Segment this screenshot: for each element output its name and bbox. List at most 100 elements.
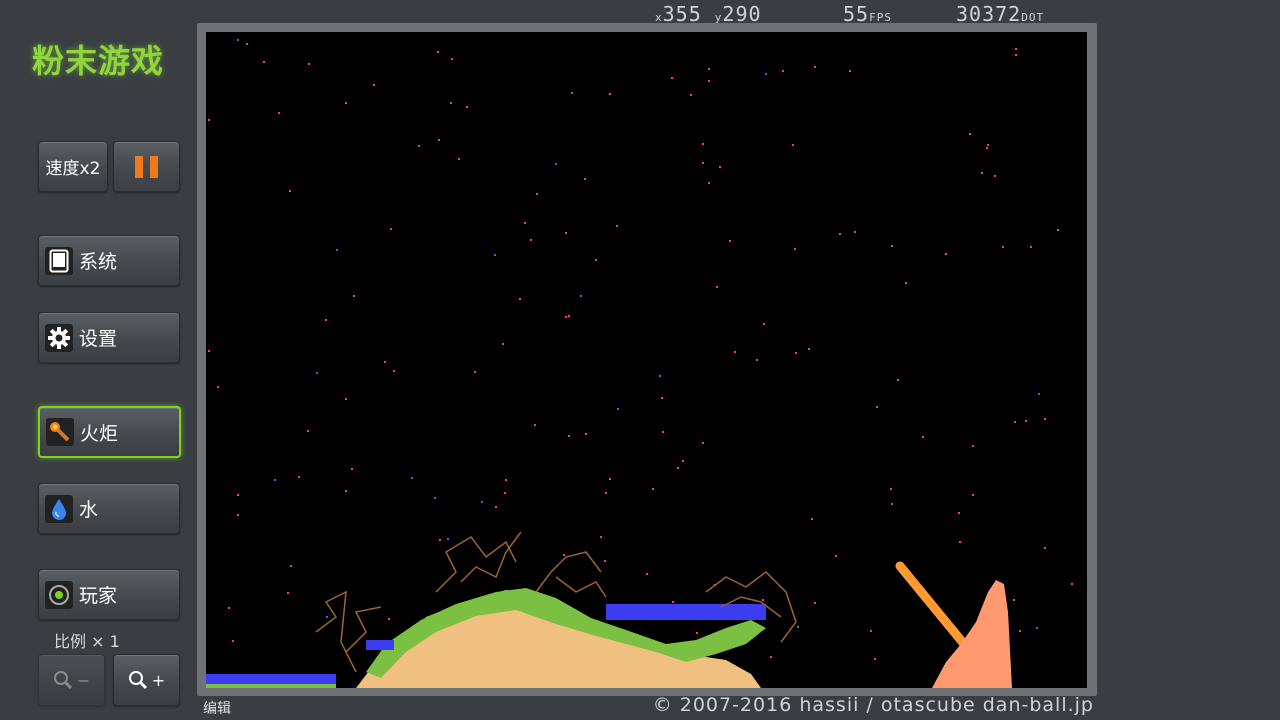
torch-button[interactable]: 火炬 (38, 406, 181, 458)
torch-button-label: 火炬 (80, 422, 119, 445)
spark-particle (671, 77, 673, 79)
spark-particle (1057, 229, 1059, 231)
spark-particle (972, 445, 974, 447)
spark-particle (536, 193, 538, 195)
zoom-out-button[interactable]: − (38, 654, 105, 706)
spark-particle (481, 501, 483, 503)
spark-particle (316, 372, 318, 374)
spark-particle (530, 239, 532, 241)
spark-particle (662, 431, 664, 433)
spark-particle (1071, 583, 1073, 585)
spark-particle (274, 479, 276, 481)
spark-particle (246, 43, 248, 45)
water-pool-small (366, 640, 394, 650)
edit-label[interactable]: 编辑 (203, 698, 231, 718)
spark-particle (835, 555, 837, 557)
spark-particle (716, 286, 718, 288)
spark-particle (237, 494, 239, 496)
system-button-label: 系统 (79, 251, 118, 273)
game-canvas[interactable] (206, 32, 1087, 688)
fire-plume (932, 580, 1012, 688)
spark-particle (762, 599, 764, 601)
spark-particle (897, 379, 899, 381)
spark-particle (237, 39, 239, 41)
spark-particle (604, 560, 606, 562)
spark-particle (1030, 246, 1032, 248)
spark-particle (437, 51, 439, 53)
spark-particle (792, 144, 794, 146)
spark-particle (616, 225, 618, 227)
spark-particle (563, 554, 565, 556)
zoom-out-icon: − (53, 670, 90, 690)
spark-particle (439, 539, 441, 541)
spark-particle (811, 518, 813, 520)
spark-particle (1038, 393, 1040, 395)
spark-particle (1044, 547, 1046, 549)
spark-particle (217, 386, 219, 388)
spark-particle (652, 488, 654, 490)
torch-stick (895, 561, 969, 649)
tablet-icon (45, 246, 73, 275)
spark-particle (504, 492, 506, 494)
spark-particle (808, 348, 810, 350)
spark-particle (326, 616, 328, 618)
speed-button[interactable]: 速度x2 (38, 141, 108, 192)
spark-particle (565, 232, 567, 234)
spark-particle (765, 73, 767, 75)
pause-button[interactable] (113, 141, 180, 192)
spark-particle (646, 573, 648, 575)
spark-particle (237, 514, 239, 516)
water-button[interactable]: 水 (38, 483, 180, 534)
gear-icon (45, 323, 73, 352)
spark-particle (958, 512, 960, 514)
spark-particle (534, 424, 536, 426)
water-drop-icon (45, 494, 73, 523)
spark-particle (278, 112, 280, 114)
spark-particle (458, 158, 460, 160)
spark-particle (905, 282, 907, 284)
system-button[interactable]: 系统 (38, 235, 180, 286)
spark-particle (849, 70, 851, 72)
spark-particle (345, 490, 347, 492)
spark-particle (519, 298, 521, 300)
spark-particle (702, 162, 704, 164)
spark-particle (505, 479, 507, 481)
spark-particle (571, 92, 573, 94)
pause-icon (135, 155, 158, 178)
spark-particle (600, 536, 602, 538)
spark-particle (677, 467, 679, 469)
spark-particle (617, 408, 619, 410)
spark-particle (702, 442, 704, 444)
spark-particle (890, 488, 892, 490)
spark-particle (580, 295, 582, 297)
spark-particle (981, 172, 983, 174)
spark-particle (1036, 627, 1038, 629)
spark-particle (959, 541, 961, 543)
spark-particle (690, 94, 692, 96)
spark-particle (208, 119, 210, 121)
spark-particle (969, 133, 971, 135)
spark-particle (353, 295, 355, 297)
spark-particle (568, 435, 570, 437)
spark-particle (797, 626, 799, 628)
spark-particle (794, 248, 796, 250)
player-button[interactable]: 玩家 (38, 569, 180, 620)
spark-particle (345, 398, 347, 400)
spark-particle (659, 375, 661, 377)
spark-particle (568, 315, 570, 317)
spark-particle (1025, 420, 1027, 422)
zoom-in-button[interactable]: + (113, 654, 180, 706)
spark-particle (782, 70, 784, 72)
spark-particle (1014, 421, 1016, 423)
spark-particle (524, 222, 526, 224)
plant-strip-left (206, 684, 336, 688)
spark-particle (388, 618, 390, 620)
spark-particle (438, 139, 440, 141)
spark-particle (466, 106, 468, 108)
spark-particle (870, 630, 872, 632)
spark-particle (502, 343, 504, 345)
spark-particle (702, 143, 704, 145)
settings-button[interactable]: 设置 (38, 312, 180, 363)
spark-particle (595, 259, 597, 261)
spark-particle (298, 476, 300, 478)
